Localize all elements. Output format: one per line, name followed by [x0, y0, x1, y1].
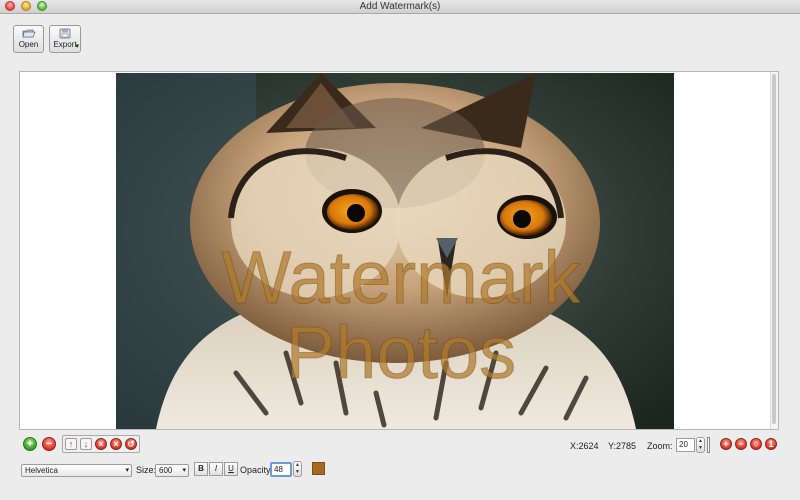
- chevron-down-icon: ▾: [125, 467, 129, 474]
- open-button[interactable]: Open: [13, 25, 44, 53]
- watermark-overlay[interactable]: Watermark Photos: [116, 73, 674, 429]
- text-color-swatch[interactable]: [312, 462, 325, 475]
- y-coordinate-readout: Y:2785: [608, 441, 637, 451]
- delete-icon[interactable]: ×: [95, 438, 107, 450]
- title-bar: Add Watermark(s): [0, 0, 800, 14]
- watermark-text-line1: Watermark: [221, 236, 581, 319]
- window-title: Add Watermark(s): [359, 1, 441, 12]
- zoom-fit-icon[interactable]: ○: [750, 438, 762, 450]
- zoom-in-icon[interactable]: +: [720, 438, 732, 450]
- add-watermark-button[interactable]: +: [23, 437, 37, 451]
- image-canvas[interactable]: Watermark Photos: [19, 71, 779, 430]
- size-label: Size:: [136, 465, 157, 475]
- underline-button[interactable]: U: [224, 462, 238, 476]
- remove-watermark-button[interactable]: −: [42, 437, 56, 451]
- open-folder-icon: [22, 29, 36, 38]
- open-button-label: Open: [18, 40, 39, 49]
- font-family-value: Helvetica: [25, 466, 58, 475]
- bold-button[interactable]: B: [194, 462, 208, 476]
- zoom-out-icon[interactable]: −: [735, 438, 747, 450]
- reset-icon[interactable]: ↺: [125, 438, 137, 450]
- export-button[interactable]: Export ▾: [49, 25, 81, 53]
- scrollbar-thumb[interactable]: [772, 74, 776, 424]
- zoom-label: Zoom:: [647, 441, 673, 451]
- vertical-scrollbar[interactable]: [770, 72, 778, 429]
- zoom-input[interactable]: 20: [676, 438, 695, 452]
- watermark-text-line2: Photos: [286, 311, 516, 394]
- zoom-level-bar: [707, 437, 710, 453]
- move-up-icon[interactable]: ↑: [65, 438, 77, 450]
- opacity-label: Opacity:: [240, 465, 274, 475]
- zoom-actual-icon[interactable]: 1: [765, 438, 777, 450]
- move-down-icon[interactable]: ↓: [80, 438, 92, 450]
- export-disk-icon: [59, 28, 71, 39]
- zoom-stepper[interactable]: ▲ ▼: [696, 437, 705, 453]
- chevron-down-icon: ▾: [182, 467, 186, 474]
- opacity-input[interactable]: 48: [270, 462, 292, 477]
- x-coordinate-readout: X:2624: [570, 441, 599, 451]
- font-size-value: 600: [159, 466, 173, 475]
- font-family-select[interactable]: Helvetica ▾: [21, 464, 132, 477]
- clear-icon[interactable]: ×: [110, 438, 122, 450]
- export-dropdown-icon[interactable]: ▾: [75, 43, 79, 50]
- font-size-select[interactable]: 600 ▾: [155, 464, 189, 477]
- opacity-stepper[interactable]: ▲ ▼: [293, 461, 302, 477]
- italic-button[interactable]: I: [209, 462, 223, 476]
